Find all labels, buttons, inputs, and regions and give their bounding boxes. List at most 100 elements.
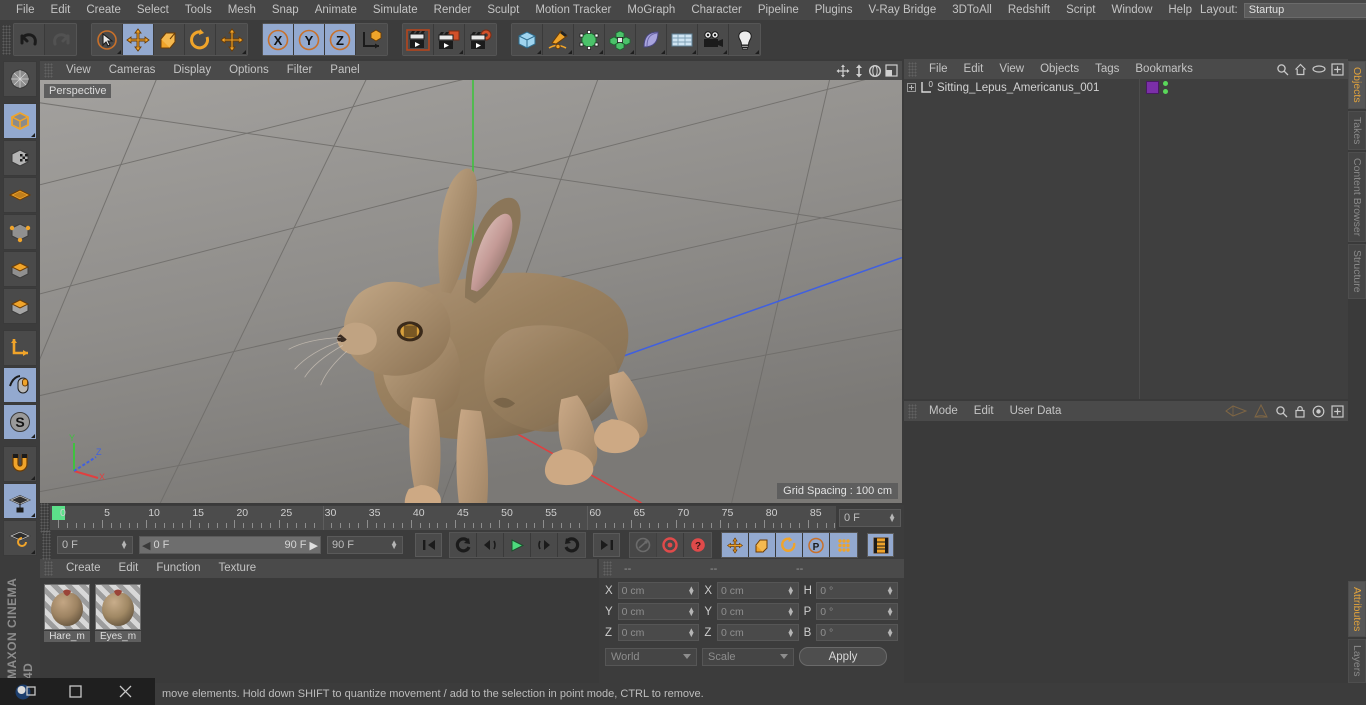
object-axis-button[interactable] [3,288,37,324]
menu-item-redshift[interactable]: Redshift [1000,0,1058,20]
spinner-icon[interactable]: ▲ ▼ [886,626,894,638]
parameter-key-button[interactable]: P [803,533,830,557]
polygons-mode-button[interactable] [3,251,37,287]
object-tree[interactable]: 0 Sitting_Lepus_Americanus_001 [904,79,1140,399]
position-key-button[interactable] [722,533,749,557]
menu-item-mograph[interactable]: MoGraph [619,0,683,20]
range-right-arrow-icon[interactable]: ▶ [310,539,318,552]
orbit-icon[interactable] [868,64,882,78]
previous-frame-button[interactable] [477,533,504,557]
apply-button[interactable]: Apply [799,647,887,666]
render-view-button[interactable] [403,24,434,55]
play-button[interactable] [504,533,531,557]
cone-icon[interactable] [1253,404,1269,418]
floor-environment-button[interactable] [667,24,698,55]
spinner-icon[interactable]: ▲ ▼ [787,584,795,596]
search-icon[interactable] [1275,405,1288,418]
viewport-grip[interactable] [44,63,53,78]
layout-dropdown[interactable]: Startup [1243,2,1366,18]
viewport-menu-view[interactable]: View [57,61,100,80]
coord-rot-b-field[interactable]: 0 ° ▲ ▼ [816,624,898,641]
menu-item-snap[interactable]: Snap [264,0,307,20]
object-menu-tags[interactable]: Tags [1087,59,1127,79]
workplane-button[interactable]: S [3,404,37,440]
axis-z-lock-button[interactable]: Z [325,24,356,55]
tab-objects[interactable]: Objects [1348,61,1366,109]
previous-key-button[interactable] [450,533,477,557]
plus-box-icon[interactable] [1331,404,1344,418]
coord-header-size[interactable]: -- [704,563,790,575]
frame-start-field[interactable]: 0 F ▲ ▼ [57,536,133,554]
viewport-menu-filter[interactable]: Filter [278,61,322,80]
snap-settings-button[interactable] [3,367,37,403]
live-selection-button[interactable] [92,24,123,55]
menu-item-animate[interactable]: Animate [307,0,365,20]
menu-item-window[interactable]: Window [1103,0,1160,20]
material-item[interactable]: Hare_m [44,584,90,642]
toolbar-grip[interactable] [2,24,11,55]
material-thumbnail[interactable] [95,584,141,630]
coord-rot-p-field[interactable]: 0 ° ▲ ▼ [816,603,898,620]
spinner-icon[interactable]: ▲ ▼ [886,605,894,617]
menu-item-motion-tracker[interactable]: Motion Tracker [527,0,619,20]
coord-header-rotation[interactable]: -- [790,563,876,575]
coord-pos-x-field[interactable]: 0 cm ▲ ▼ [617,582,700,599]
move-tool-button[interactable] [123,24,154,55]
undo-button[interactable] [14,24,45,55]
enable-axis-button[interactable] [3,330,37,366]
autokeying-button[interactable] [630,533,657,557]
go-to-start-button[interactable] [415,533,442,557]
viewport-menu-options[interactable]: Options [220,61,278,80]
texture-mode-button[interactable] [3,140,37,176]
object-menu-bookmarks[interactable]: Bookmarks [1127,59,1201,79]
menu-item-character[interactable]: Character [683,0,750,20]
menu-item-vray-bridge[interactable]: V-Ray Bridge [860,0,944,20]
axis-x-lock-button[interactable]: X [263,24,294,55]
pan-icon[interactable] [836,64,850,78]
coordinate-system-dropdown[interactable]: World [605,647,697,666]
menu-item-pipeline[interactable]: Pipeline [750,0,807,20]
maximize-viewport-icon[interactable] [885,64,898,77]
menu-item-create[interactable]: Create [78,0,129,20]
point-level-animation-button[interactable] [830,533,857,557]
spinner-icon[interactable]: ▲ ▼ [687,626,695,638]
spinner-icon[interactable]: ▲ ▼ [120,539,128,551]
world-coordinate-button[interactable] [356,24,387,55]
minimize-icon[interactable] [50,678,100,705]
keyframe-selection-button[interactable]: ? [684,533,711,557]
attributes-content[interactable] [904,421,1348,683]
material-menu-texture[interactable]: Texture [209,559,265,578]
object-tree-area[interactable]: 0 Sitting_Lepus_Americanus_001 [904,79,1348,399]
viewport-menu-display[interactable]: Display [164,61,220,80]
attributes-menu-edit[interactable]: Edit [966,401,1002,421]
axis-y-lock-button[interactable]: Y [294,24,325,55]
spinner-icon[interactable]: ▲ ▼ [787,605,795,617]
menu-item-sculpt[interactable]: Sculpt [479,0,527,20]
close-icon[interactable] [100,678,150,705]
spinner-icon[interactable]: ▲ ▼ [687,605,695,617]
spinner-icon[interactable]: ▲ ▼ [888,512,896,524]
object-menu-file[interactable]: File [921,59,956,79]
tab-layers[interactable]: Layers [1348,639,1366,683]
texture-axis-button[interactable] [3,61,37,97]
dolly-icon[interactable] [853,64,865,78]
menu-item-help[interactable]: Help [1160,0,1200,20]
plus-box-icon[interactable] [1331,62,1344,76]
render-picture-viewer-button[interactable] [434,24,465,55]
material-menu-create[interactable]: Create [57,559,110,578]
coordinates-grip[interactable] [603,561,612,576]
coordinate-mode-dropdown[interactable]: Scale [702,647,794,666]
app-icon[interactable] [0,678,50,705]
menu-item-3dtoall[interactable]: 3DToAll [944,0,1000,20]
object-menu-edit[interactable]: Edit [956,59,992,79]
spinner-icon[interactable]: ▲ ▼ [687,584,695,596]
preview-range-slider[interactable]: ◀ 0 F 90 F ▶ [139,536,321,554]
coord-size-x-field[interactable]: 0 cm ▲ ▼ [716,582,799,599]
spinner-icon[interactable]: ▲ ▼ [886,584,894,596]
menu-item-render[interactable]: Render [426,0,480,20]
current-frame-field[interactable]: 0 F ▲ ▼ [839,509,901,527]
viewport-menu-cameras[interactable]: Cameras [100,61,165,80]
scale-key-button[interactable] [749,533,776,557]
object-menu-objects[interactable]: Objects [1032,59,1087,79]
menu-item-simulate[interactable]: Simulate [365,0,426,20]
